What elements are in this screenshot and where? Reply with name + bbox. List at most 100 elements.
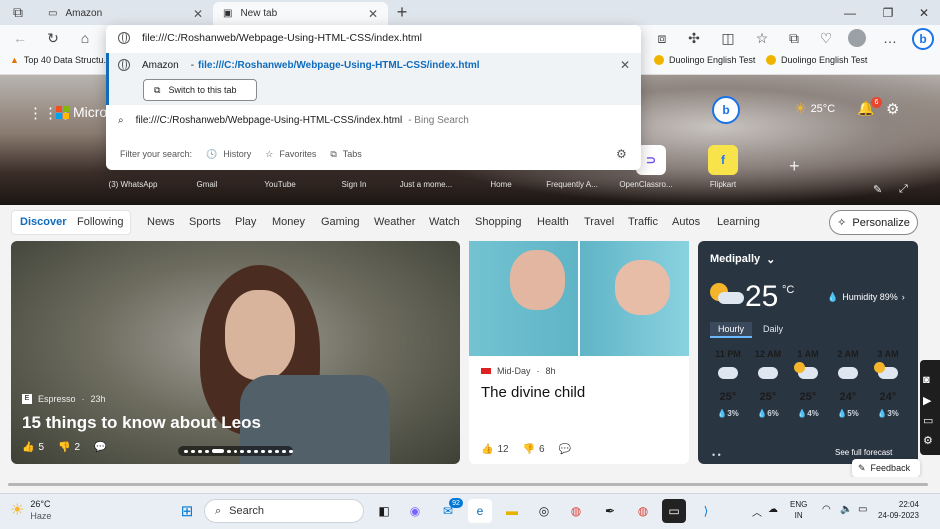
vscode-icon[interactable]: ⟩ (694, 499, 718, 523)
puzzle-icon[interactable]: ✣ (684, 28, 704, 48)
bing-chat-icon[interactable]: b (712, 96, 740, 124)
cloud-tray-icon[interactable]: ☁ (768, 504, 778, 515)
taskbar-search[interactable]: ⌕ Search (204, 499, 364, 523)
wifi-icon[interactable]: ◠ (822, 504, 831, 515)
nav-traffic[interactable]: Traffic (628, 216, 658, 228)
nav-discover[interactable]: Discover (20, 216, 66, 228)
back-icon[interactable]: ← (10, 28, 30, 48)
suggestion-settings-icon[interactable]: ⚙ (616, 147, 627, 161)
nav-health[interactable]: Health (537, 216, 569, 228)
chrome-icon[interactable]: ◍ (564, 499, 588, 523)
refresh-icon[interactable]: ↻ (43, 28, 63, 48)
clock[interactable]: 22:04 24-09-2023 (878, 499, 919, 521)
close-tab-icon[interactable]: ✕ (193, 7, 203, 21)
dislike-button[interactable]: 👎 2 (58, 442, 80, 453)
suggestion-row[interactable]: Amazon - file:///C:/Roshanweb/Webpage-Us… (118, 59, 480, 71)
switch-to-tab-button[interactable]: ⧉ Switch to this tab (143, 79, 257, 101)
expand-icon[interactable]: ⤢ (899, 183, 908, 196)
feedback-button[interactable]: ✎ Feedback (852, 459, 920, 477)
scrollbar-thumb[interactable] (8, 483, 928, 486)
comment-icon[interactable]: 💬 (559, 444, 571, 455)
weather-tab-hourly[interactable]: Hourly (710, 322, 752, 338)
terminal-icon[interactable]: ▭ (662, 499, 686, 523)
address-input[interactable]: file:///C:/Roshanweb/Webpage-Using-HTML-… (142, 32, 422, 44)
nav-watch[interactable]: Watch (429, 216, 460, 228)
tray-chevron-icon[interactable]: ︿ (752, 504, 762, 519)
split-screen-icon[interactable]: ◫ (718, 28, 738, 48)
restore-button[interactable]: ❐ (870, 0, 906, 25)
add-shortcut-button[interactable]: + (789, 156, 800, 177)
new-tab-button[interactable]: + (392, 2, 412, 22)
teams-chat-icon[interactable]: ◉ (403, 499, 427, 523)
shortcut-gmail[interactable]: Gmail (177, 180, 237, 189)
favorite-item[interactable]: Duolingo English Test (766, 55, 867, 65)
personalize-button[interactable]: ✧ Personalize (829, 210, 918, 235)
windows-start-icon[interactable]: ⊞ (175, 499, 199, 523)
flipkart-tile[interactable]: f (708, 145, 738, 175)
remove-suggestion-icon[interactable]: ✕ (620, 58, 630, 72)
carousel-dots[interactable] (178, 446, 293, 456)
filter-history[interactable]: 🕓 History (206, 149, 251, 160)
close-window-button[interactable]: ✕ (906, 0, 940, 25)
tab-amazon[interactable]: ▭ Amazon ✕ (38, 2, 213, 25)
nav-play[interactable]: Play (235, 216, 256, 228)
nav-money[interactable]: Money (272, 216, 305, 228)
video-icon[interactable]: ▶ (923, 394, 931, 407)
nav-shopping[interactable]: Shopping (475, 216, 522, 228)
tab-actions-icon[interactable]: ⧉ (8, 2, 28, 22)
edit-background-icon[interactable]: ✎ (873, 183, 882, 196)
dislike-button[interactable]: 👎 6 (523, 444, 545, 455)
nav-travel[interactable]: Travel (584, 216, 614, 228)
shortcut-sign-in[interactable]: Sign In (324, 180, 384, 189)
window-icon[interactable]: ▭ (923, 414, 933, 427)
filter-favorites[interactable]: ☆ Favorites (265, 149, 316, 160)
settings-gear-icon[interactable]: ⚙ (886, 100, 899, 118)
weather-mini[interactable]: ☀ 25°C (794, 100, 835, 117)
nav-following[interactable]: Following (77, 216, 123, 228)
address-bar[interactable]: file:///C:/Roshanweb/Webpage-Using-HTML-… (106, 25, 641, 51)
dell-icon[interactable]: ◎ (532, 499, 556, 523)
shortcut-just-a-moment[interactable]: Just a mome... (396, 180, 456, 189)
like-button[interactable]: 👍 5 (22, 442, 44, 453)
minimize-button[interactable]: — (832, 0, 868, 25)
filter-tabs[interactable]: ⧉ Tabs (330, 149, 361, 160)
shortcut-frequently-asked[interactable]: Frequently A... (542, 180, 602, 189)
comment-icon[interactable]: 💬 (94, 442, 106, 453)
shortcut-youtube[interactable]: YouTube (250, 180, 310, 189)
chrome-profile-icon[interactable]: ◍ (631, 499, 655, 523)
more-menu-icon[interactable]: … (880, 28, 900, 48)
nav-autos[interactable]: Autos (672, 216, 700, 228)
nav-weather[interactable]: Weather (374, 216, 415, 228)
tab-new[interactable]: ▣ New tab ✕ (213, 2, 388, 25)
bing-search-suggestion[interactable]: ⌕ file:///C:/Roshanweb/Webpage-Using-HTM… (118, 115, 469, 126)
language-indicator[interactable]: ENG IN (790, 499, 807, 521)
shortcut-home[interactable]: Home (471, 180, 531, 189)
task-view-icon[interactable]: ◧ (372, 499, 396, 523)
extension-icon[interactable]: ⧈ (652, 28, 672, 48)
shortcut-whatsapp[interactable]: (3) WhatsApp (103, 180, 163, 189)
nav-learning[interactable]: Learning (717, 216, 760, 228)
card-headline[interactable]: 15 things to know about Leos (22, 413, 261, 433)
microsoft-logo[interactable]: Micro (56, 104, 107, 120)
browser-essentials-icon[interactable]: ♡ (816, 28, 836, 48)
settings-gear-icon[interactable]: ⚙ (923, 434, 933, 447)
shortcut-flipkart[interactable]: Flipkart (693, 180, 753, 189)
shortcut-openclassrooms[interactable]: OpenClassro... (616, 180, 676, 189)
see-full-forecast-link[interactable]: See full forecast (835, 448, 892, 457)
favorites-star-icon[interactable]: ☆ (752, 28, 772, 48)
like-button[interactable]: 👍 12 (481, 444, 509, 455)
bing-copilot-icon[interactable]: b (912, 28, 934, 50)
edge-icon[interactable]: e (468, 499, 492, 523)
nav-gaming[interactable]: Gaming (321, 216, 360, 228)
favorite-item[interactable]: Duolingo English Test (654, 55, 755, 65)
close-tab-icon[interactable]: ✕ (368, 7, 378, 21)
battery-icon[interactable]: ▭ (858, 504, 867, 515)
nav-sports[interactable]: Sports (189, 216, 221, 228)
profile-avatar[interactable] (848, 29, 866, 47)
weather-tab-daily[interactable]: Daily (763, 322, 787, 338)
camera-icon[interactable]: ◙ (923, 374, 930, 386)
weather-location[interactable]: Medipally ⌄ (710, 253, 775, 266)
pen-app-icon[interactable]: ✒ (598, 499, 622, 523)
volume-icon[interactable]: 🔈 (840, 504, 852, 515)
file-explorer-icon[interactable]: ▬ (500, 499, 524, 523)
